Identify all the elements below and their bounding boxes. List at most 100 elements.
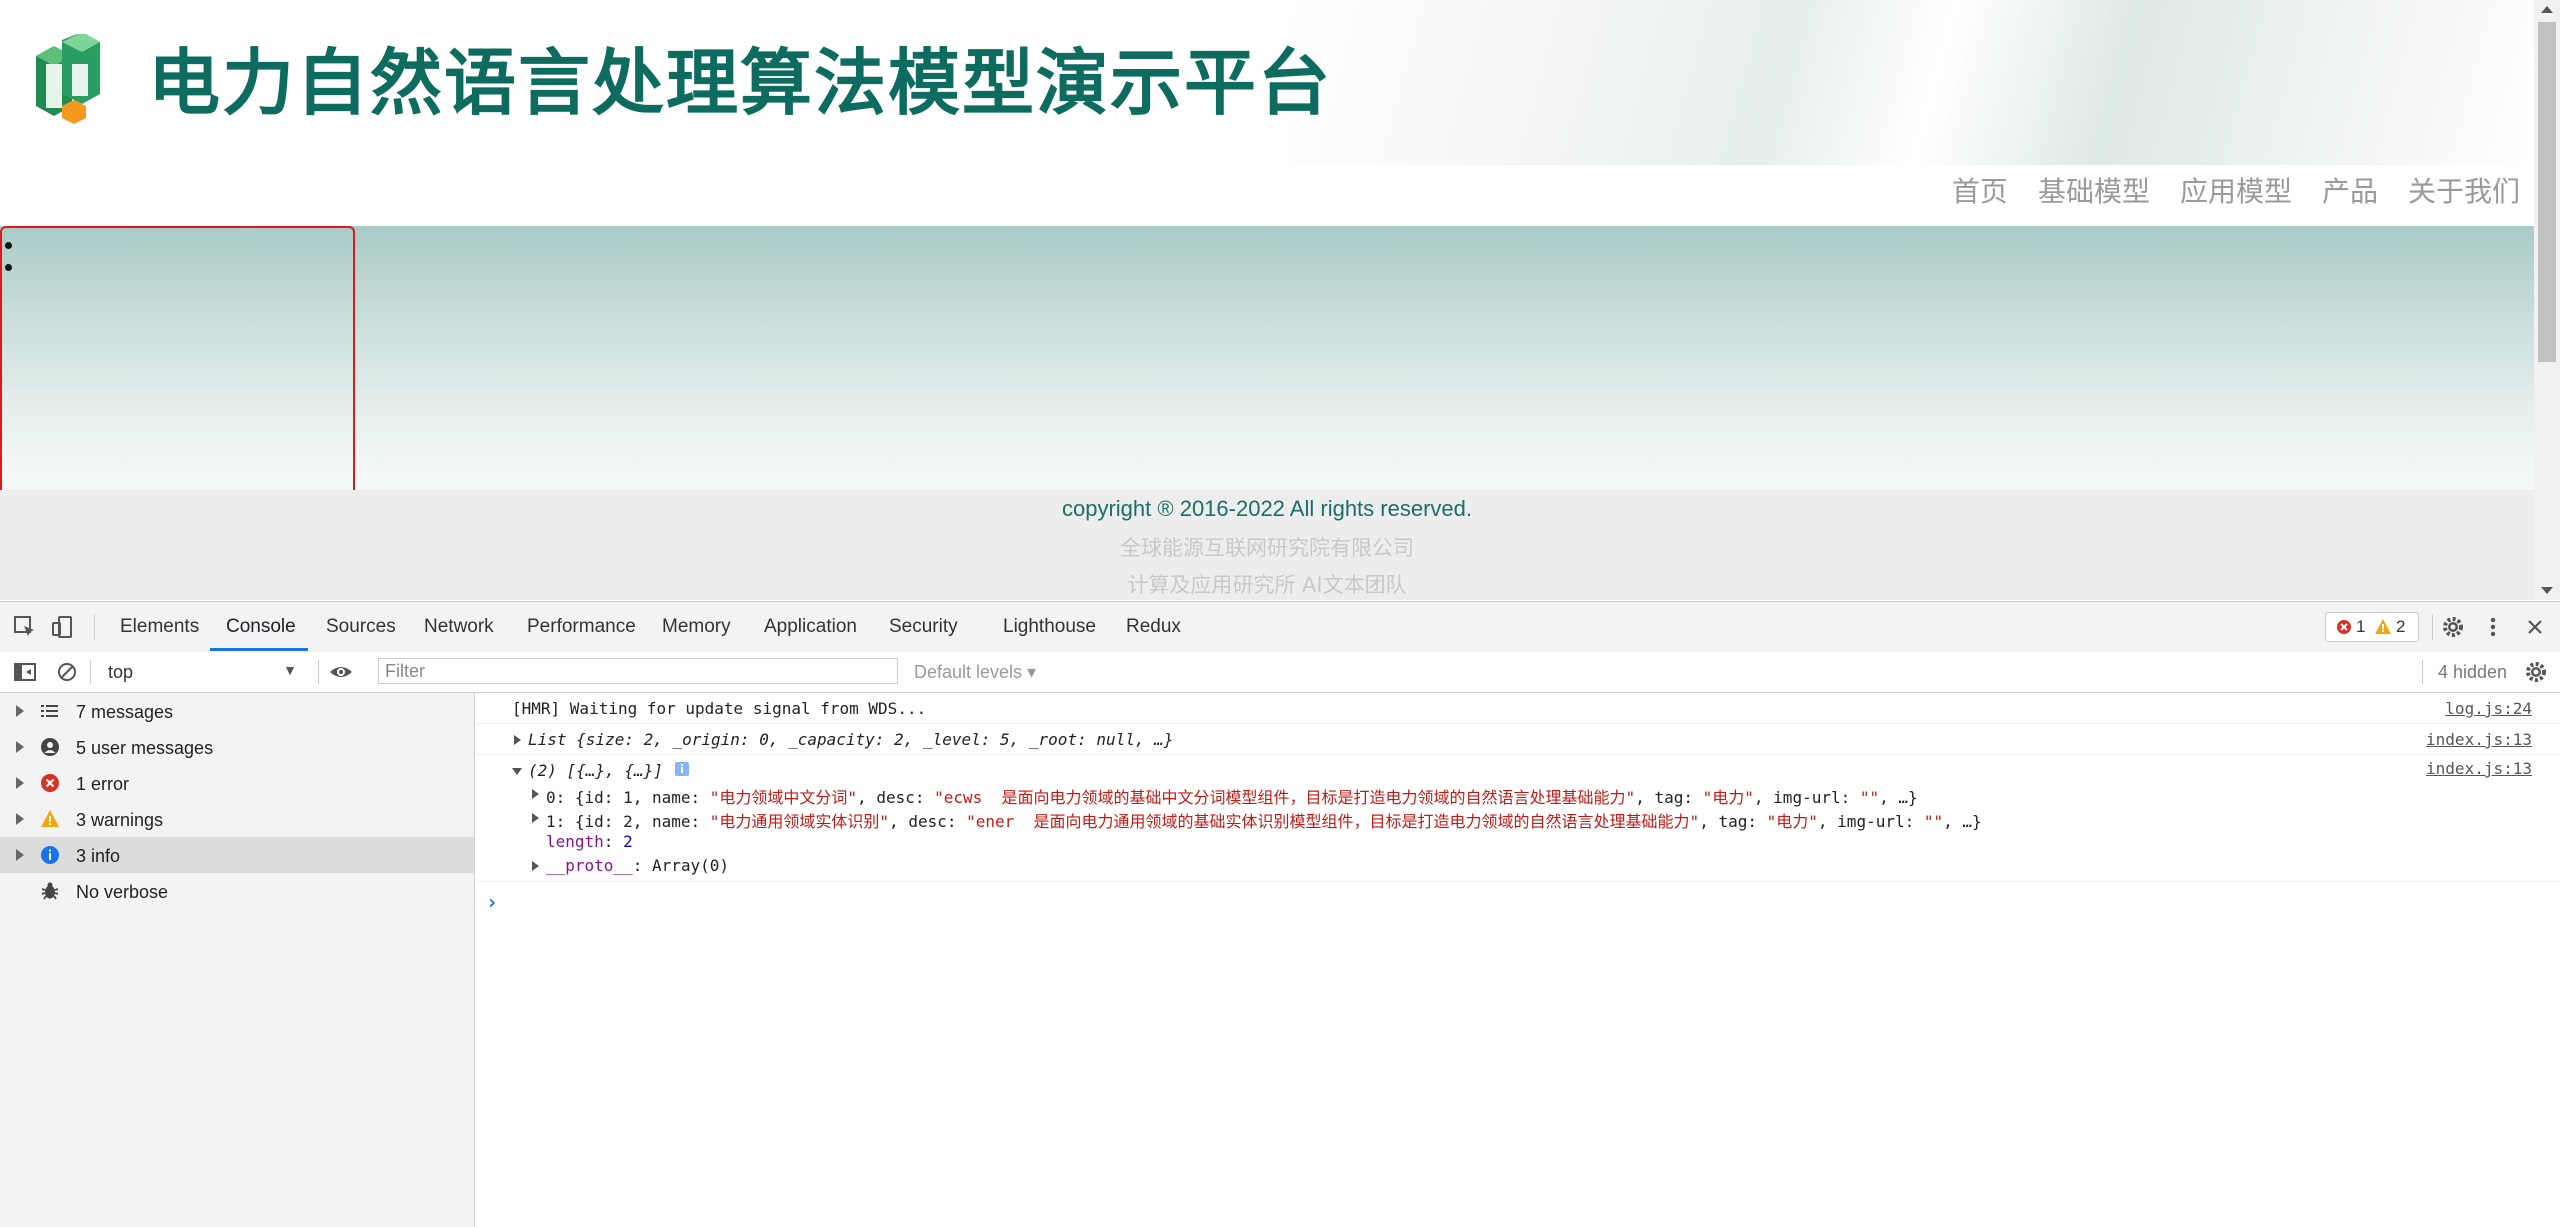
sidebar-item-label: 3 warnings xyxy=(76,810,164,830)
banner xyxy=(0,226,2534,490)
nav-application-models[interactable]: 应用模型 xyxy=(2180,170,2292,210)
tab-memory[interactable]: Memory xyxy=(662,616,731,638)
nav-home[interactable]: 首页 xyxy=(1952,170,2008,210)
sidebar-item-verbose[interactable]: No verbose xyxy=(0,873,474,909)
nav-basic-models[interactable]: 基础模型 xyxy=(2038,170,2150,210)
scroll-thumb[interactable] xyxy=(2538,22,2556,362)
divider xyxy=(2422,660,2423,684)
sidebar-item-errors[interactable]: 1 error xyxy=(0,765,474,801)
active-tab-indicator xyxy=(210,648,308,651)
expand-arrow-icon[interactable] xyxy=(532,789,539,799)
footer-team: 计算及应用研究所 AI文本团队 xyxy=(1127,573,1407,597)
context-value: top xyxy=(108,662,134,682)
tab-console[interactable]: Console xyxy=(226,616,296,638)
info-icon xyxy=(675,762,689,776)
user-icon xyxy=(41,738,59,756)
array-summary[interactable]: (2) [{…}, {…}] xyxy=(528,761,663,780)
array-proto[interactable]: __proto__: Array(0) xyxy=(546,856,729,875)
array-item-0[interactable]: 0: {id: 1, name: "电力领域中文分词", desc: "ecws… xyxy=(546,784,1918,808)
console-toolbar: top ▼ Filter Default levels ▾ 4 hidden xyxy=(0,652,2560,693)
highlighted-list-container xyxy=(0,226,355,490)
expand-arrow-icon[interactable] xyxy=(532,813,539,823)
tab-security[interactable]: Security xyxy=(889,616,958,638)
more-options-icon[interactable] xyxy=(2480,614,2506,640)
footer-org: 全球能源互联网研究院有限公司 xyxy=(1120,536,1414,560)
live-expression-eye-icon[interactable] xyxy=(328,659,354,685)
devtools-panel: Elements Console Sources Network Perform… xyxy=(0,601,2560,1227)
settings-gear-icon[interactable] xyxy=(2440,614,2466,640)
header-decoration xyxy=(1284,0,2534,165)
list-bullet xyxy=(5,264,12,271)
log-entry-array: (2) [{…}, {…}] index.js:13 0: {id: 1, na… xyxy=(476,755,2560,882)
expand-arrow-icon[interactable] xyxy=(532,861,539,871)
tab-lighthouse[interactable]: Lighthouse xyxy=(1003,616,1096,638)
log-source-link[interactable]: index.js:13 xyxy=(2426,759,2532,778)
sidebar-item-messages[interactable]: 7 messages xyxy=(0,693,474,729)
scroll-up-arrow-icon[interactable] xyxy=(2541,6,2553,13)
divider xyxy=(318,660,319,684)
expand-arrow-icon xyxy=(16,741,24,753)
expand-arrow-icon xyxy=(16,705,24,717)
tab-sources[interactable]: Sources xyxy=(326,616,396,638)
scroll-down-arrow-icon[interactable] xyxy=(2541,587,2553,594)
log-source-link[interactable]: index.js:13 xyxy=(2426,730,2532,749)
expand-arrow-icon xyxy=(16,777,24,789)
page-scrollbar[interactable] xyxy=(2534,0,2560,600)
log-source-link[interactable]: log.js:24 xyxy=(2445,699,2532,718)
site-title: 电力自然语言处理算法模型演示平台 xyxy=(148,41,1333,125)
divider xyxy=(2432,614,2433,640)
context-selector[interactable]: top ▼ xyxy=(98,658,303,686)
console-prompt[interactable]: › xyxy=(486,890,498,914)
sidebar-item-user-messages[interactable]: 5 user messages xyxy=(0,729,474,765)
warning-icon xyxy=(41,810,59,827)
inspect-element-icon[interactable] xyxy=(12,614,38,640)
expand-arrow-icon[interactable] xyxy=(514,735,521,745)
log-message: [HMR] Waiting for update signal from WDS… xyxy=(512,699,927,718)
tab-performance[interactable]: Performance xyxy=(527,616,636,638)
log-entry[interactable]: List {size: 2, _origin: 0, _capacity: 2,… xyxy=(476,724,2560,755)
sidebar-item-label: 1 error xyxy=(76,774,130,794)
info-icon xyxy=(41,846,59,864)
tab-application[interactable]: Application xyxy=(764,616,857,638)
filter-input[interactable]: Filter xyxy=(378,658,898,684)
device-toolbar-icon[interactable] xyxy=(50,614,76,640)
console-settings-gear-icon[interactable] xyxy=(2523,659,2549,685)
console-output: [HMR] Waiting for update signal from WDS… xyxy=(476,693,2560,1227)
nav-products[interactable]: 产品 xyxy=(2322,170,2378,210)
nav-about-us[interactable]: 关于我们 xyxy=(2408,170,2520,210)
sidebar-item-label: No verbose xyxy=(76,882,169,902)
hidden-count: 4 hidden xyxy=(2438,662,2508,682)
divider xyxy=(94,614,95,640)
error-icon xyxy=(41,774,59,792)
sidebar-item-label: 5 user messages xyxy=(76,738,214,758)
warning-count: 2 xyxy=(2396,617,2406,636)
sidebar-toggle-icon[interactable] xyxy=(12,659,38,685)
error-icon xyxy=(2337,620,2351,634)
log-levels-dropdown[interactable]: Default levels ▾ xyxy=(914,662,1036,683)
sidebar-item-warnings[interactable]: 3 warnings xyxy=(0,801,474,837)
site-footer: copyright ® 2016-2022 All rights reserve… xyxy=(0,490,2534,600)
log-entry: [HMR] Waiting for update signal from WDS… xyxy=(476,693,2560,724)
tab-network[interactable]: Network xyxy=(424,616,494,638)
tab-elements[interactable]: Elements xyxy=(120,616,199,638)
bug-icon xyxy=(41,882,59,900)
error-count: 1 xyxy=(2356,617,2366,636)
site-header: 电力自然语言处理算法模型演示平台 xyxy=(0,0,2534,165)
devtools-tab-bar: Elements Console Sources Network Perform… xyxy=(0,602,2560,653)
close-devtools-icon[interactable] xyxy=(2522,614,2548,640)
divider xyxy=(90,660,91,684)
web-page: 电力自然语言处理算法模型演示平台 首页 基础模型 应用模型 产品 关于我们 co… xyxy=(0,0,2534,600)
array-length: length: 2 xyxy=(546,832,633,851)
collapse-arrow-icon[interactable] xyxy=(512,768,522,775)
expand-arrow-icon xyxy=(16,813,24,825)
log-message: List {size: 2, _origin: 0, _capacity: 2,… xyxy=(528,730,1174,749)
clear-console-icon[interactable] xyxy=(54,659,80,685)
list-bullet xyxy=(5,242,12,249)
array-item-1[interactable]: 1: {id: 2, name: "电力通用领域实体识别", desc: "en… xyxy=(546,808,1982,832)
warning-icon xyxy=(2375,619,2391,634)
tab-redux[interactable]: Redux xyxy=(1126,616,1181,638)
sidebar-item-info[interactable]: 3 info xyxy=(0,837,474,873)
issues-counter[interactable]: 1 2 xyxy=(2325,612,2419,642)
site-logo-icon[interactable] xyxy=(32,34,104,128)
console-sidebar: 7 messages 5 user messages 1 error 3 war… xyxy=(0,693,475,1227)
